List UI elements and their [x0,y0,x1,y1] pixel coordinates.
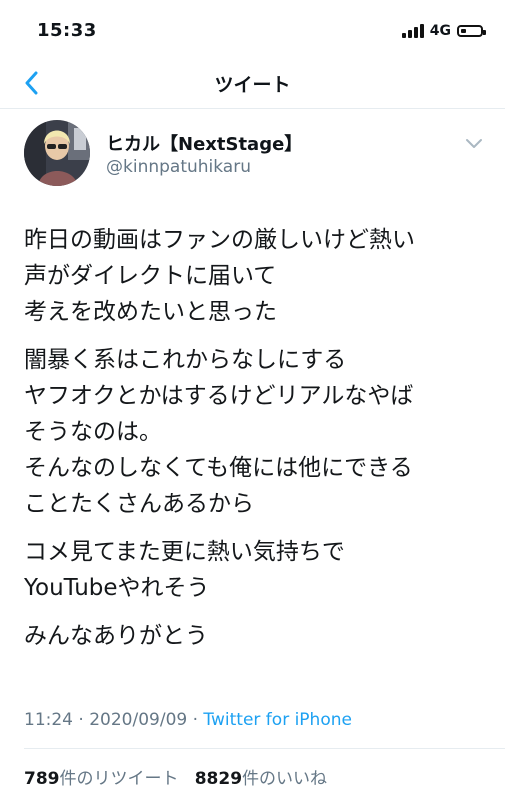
tweet-author: ヒカル【NextStage】 @kinnpatuhikaru [24,120,484,192]
status-time: 15:33 [37,20,97,41]
like-count: 8829 [194,769,243,789]
meta-separator: · [192,710,199,730]
tweet-metadata: 11:24 · 2020/09/09 · Twitter for iPhone [24,710,352,730]
tweet-time: 11:24 [24,710,73,730]
signal-icon [401,24,424,38]
retweet-count-link[interactable]: 789件のリツイート [24,769,179,789]
author-handle[interactable]: @kinnpatuhikaru [106,157,251,177]
tweet-paragraph: コメ見てまた更に熱い気持ちで YouTubeやれそう [24,539,345,601]
network-type: 4G [429,23,451,39]
chevron-down-icon[interactable] [464,136,484,150]
divider [24,748,505,749]
tweet-paragraph: 昨日の動画はファンの厳しいけど熱い 声がダイレクトに届いて 考えを改めたいと思っ… [24,227,415,325]
battery-icon [457,25,486,37]
tweet-paragraph: みんなありがとう [24,623,208,649]
tweet-date: 2020/09/09 [89,710,188,730]
status-bar: 15:33 4G [0,0,505,58]
tweet-source-link[interactable]: Twitter for iPhone [203,710,352,730]
tweet-text: 昨日の動画はファンの厳しいけど熱い 声がダイレクトに届いて 考えを改めたいと思っ… [24,222,484,666]
status-indicators: 4G [401,20,486,42]
retweet-count: 789 [24,769,60,789]
retweet-label: 件のリツイート [59,769,179,789]
tweet-stats: 789件のリツイート 8829件のいいね [24,764,327,789]
like-label: 件のいいね [242,769,328,789]
avatar[interactable] [24,120,90,186]
navigation-bar: ツイート [0,58,505,109]
author-name[interactable]: ヒカル【NextStage】 [106,130,302,156]
page-title: ツイート [214,74,291,96]
like-count-link[interactable]: 8829件のいいね [195,769,327,789]
tweet-paragraph: 闇暴く系はこれからなしにする ヤフオクとかはするけどリアルなやば そうなのは。 … [24,347,414,517]
meta-separator: · [78,710,84,730]
